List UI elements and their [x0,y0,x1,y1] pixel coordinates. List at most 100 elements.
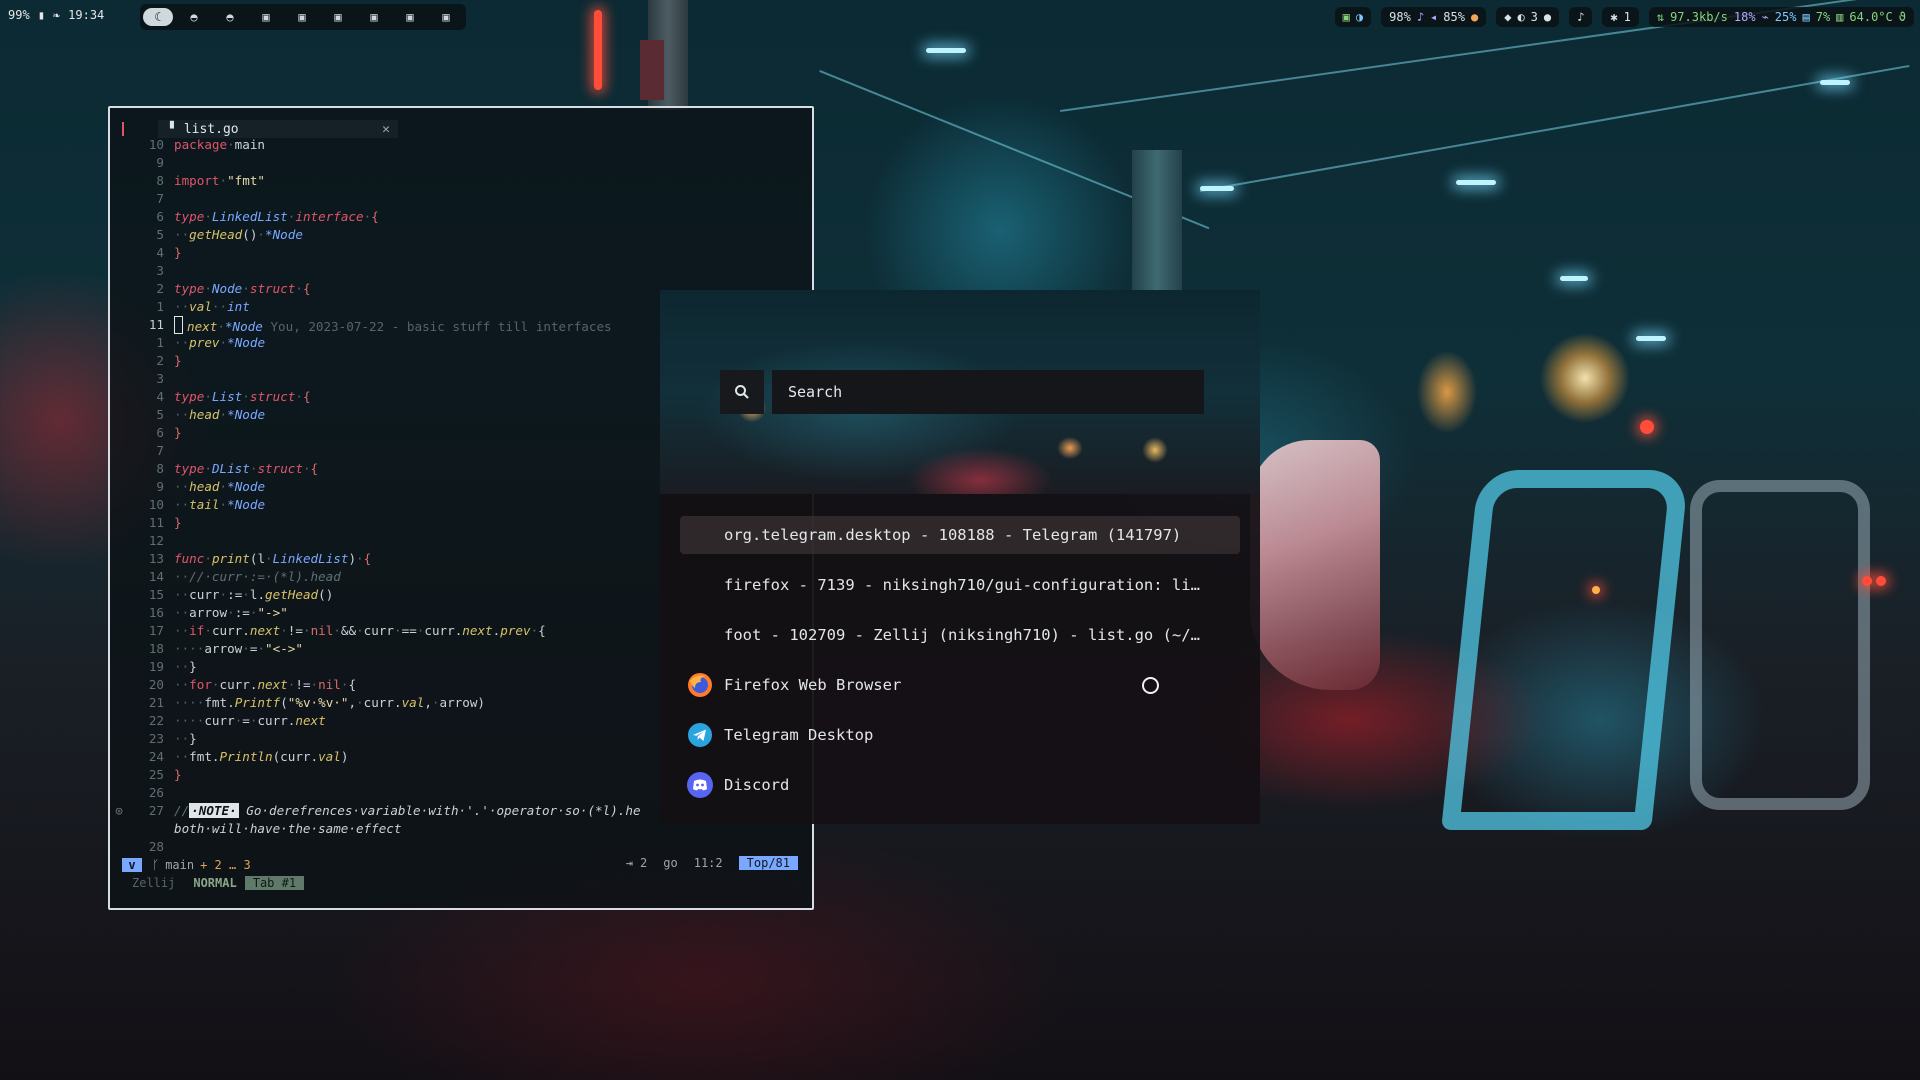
stats-pill: ⇅ 97.3kb/s 18% ⌁ 25% ▤ 7% ▥ 64.0°C ϑ [1648,7,1914,27]
result-item[interactable]: org.telegram.desktop - 108188 - Telegram… [680,516,1240,554]
workspace-7-icon[interactable]: ▣ [356,10,392,24]
result-item[interactable]: foot - 102709 - Zellij (niksingh710) - l… [680,616,1240,654]
editor-statusline: v ᚴ main + 2 … 3 ⇥ 2 go 11:2 Top/81 [110,856,812,874]
net-speed: 97.3kb/s [1670,10,1728,24]
workspace-switcher: ☾ ◓ ◓ ▣ ▣ ▣ ▣ ▣ ▣ [140,4,466,30]
firefox-icon [686,671,714,699]
result-label: Firefox Web Browser [724,676,902,694]
red-light [1862,576,1872,586]
search-icon[interactable] [720,370,764,414]
result-item[interactable]: Telegram Desktop [680,716,1240,754]
workspace-8-icon[interactable]: ▣ [392,10,428,24]
road-barrier [1441,470,1689,830]
drop-icon: ◆ [1504,10,1512,24]
result-label: Telegram Desktop [724,726,874,744]
battery-percent: 99% [8,8,30,22]
zellij-mode: NORMAL [193,876,237,890]
mouse-cursor-ring [1142,677,1159,694]
result-label: org.telegram.desktop - 108188 - Telegram… [724,526,1182,544]
disk-icon: ▥ [1836,10,1844,24]
street-lamp [926,48,966,53]
search-box [720,370,1204,414]
memory-icon: ▤ [1802,10,1810,24]
cpu-usage: 18% [1733,10,1756,24]
workspace-5-icon[interactable]: ▣ [284,10,320,24]
tray: ▣ ◑ [1334,7,1372,27]
cursor-position: 11:2 [693,856,723,870]
android-icon[interactable]: ▣ [1343,10,1350,24]
bell-icon[interactable]: ♪ [1577,10,1584,24]
street-lamp [1820,80,1850,85]
result-item[interactable]: Firefox Web Browser [680,666,1240,704]
workspace-9-icon[interactable]: ▣ [428,10,464,24]
git-branch: main [165,858,195,872]
volume-level: 85% [1443,10,1465,24]
workspace-4-icon[interactable]: ▣ [248,10,284,24]
bluetooth-pill: ✱ 1 [1602,7,1639,27]
mic-level: 98% [1389,10,1411,24]
street-lamp [1560,276,1588,281]
tab-marker [122,122,124,136]
red-car [1250,440,1380,690]
record-dot-icon: ● [1470,10,1479,24]
zellij-name: Zellij [132,876,176,890]
browser-icon[interactable]: ◑ [1356,10,1363,24]
workspace-6-icon[interactable]: ▣ [320,10,356,24]
battery-icon: ▮ [37,8,45,22]
result-label: Discord [724,776,790,794]
scroll-position: Top/81 [738,856,798,870]
power-line [1200,64,1910,192]
network-icon: ⇅ [1656,10,1665,24]
git-branch-icon: ᚴ [152,858,160,872]
zellij-bar: Zellij NORMAL Tab #1 [110,874,812,892]
result-label: firefox - 7139 - niksingh710/gui-configu… [724,576,1200,594]
go-file-icon: ▘ [170,121,178,137]
bell-pill: ♪ [1569,7,1593,27]
statusline-right: ⇥ 2 go 11:2 Top/81 [626,856,798,870]
media-pill: 98% ♪ ◂ 85% ● [1381,7,1487,27]
vim-mode-indicator: v [122,858,142,872]
pole-sign [640,40,664,100]
search-input[interactable] [772,370,1204,414]
thermometer-icon: ϑ [1898,10,1906,24]
street-lamp [1456,180,1496,185]
result-item[interactable]: Discord [680,766,1240,804]
memory-usage: 25% [1774,10,1797,24]
system-pill: ◆ ◐ 3 ● [1496,7,1560,27]
temperature: 64.0°C [1849,10,1893,24]
app-launcher: org.telegram.desktop - 108188 - Telegram… [660,290,1260,824]
tab-size: ⇥ 2 [625,856,648,870]
red-light [1876,576,1886,586]
clock[interactable]: 19:34 [68,8,104,22]
filetype: go [663,856,678,870]
mic-icon[interactable]: ♪ [1417,10,1424,24]
workspace-2-icon[interactable]: ◓ [176,10,212,24]
cpu-icon: ⌁ [1761,10,1769,24]
result-item[interactable]: firefox - 7139 - niksingh710/gui-configu… [680,566,1240,604]
diagnostic-icon: ◎ [115,804,123,817]
toggle-icon[interactable]: ◐ [1517,10,1524,24]
circle-icon: ● [1543,10,1552,24]
amber-light [1592,586,1600,594]
leaf-icon: ❧ [52,8,61,22]
result-label: foot - 102709 - Zellij (niksingh710) - l… [724,626,1200,644]
bluetooth-icon[interactable]: ✱ [1610,10,1617,24]
status-bar-left: 99% ▮ ❧ 19:34 [8,8,104,22]
telegram-icon [686,721,714,749]
status-bar-right: ▣ ◑ 98% ♪ ◂ 85% ● ◆ ◐ 3 ● ♪ ✱ 1 ⇅ 97.3kb… [1334,5,1914,29]
traffic-box [1132,150,1182,290]
tab-close-icon[interactable]: ✕ [382,122,390,137]
git-changes: + 2 … 3 [200,858,251,872]
street-lamp [1200,186,1234,191]
workspace-1-moon-icon[interactable]: ☾ [143,8,173,26]
workspace-3-icon[interactable]: ◓ [212,10,248,24]
red-light [1640,420,1654,434]
road-barrier [1690,480,1870,810]
speaker-icon[interactable]: ◂ [1430,10,1437,24]
tab-title: list.go [183,121,239,137]
results-list: org.telegram.desktop - 108188 - Telegram… [680,516,1240,816]
street-lamp [1636,336,1666,341]
zellij-tab[interactable]: Tab #1 [244,876,305,890]
disk-usage: 7% [1815,10,1831,24]
notification-count: 3 [1530,10,1538,24]
